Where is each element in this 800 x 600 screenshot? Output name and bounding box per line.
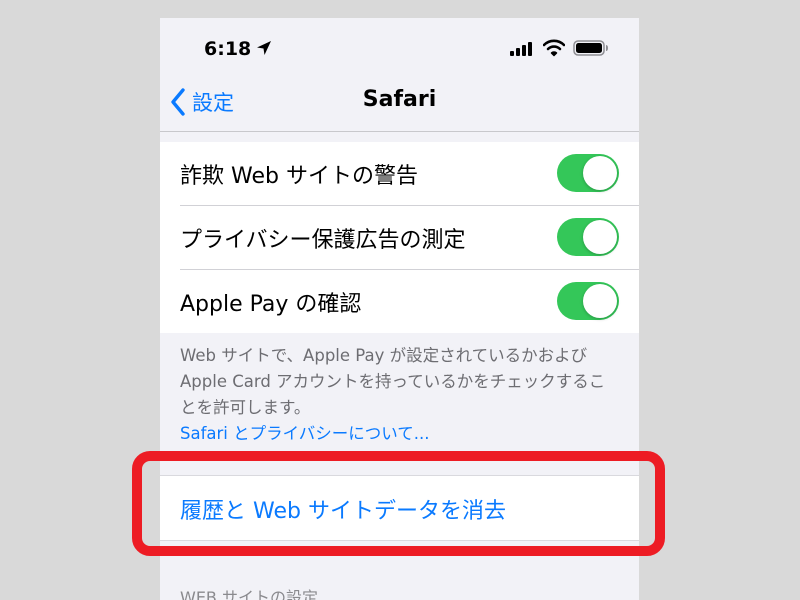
fraud-warning-toggle[interactable] xyxy=(557,154,619,192)
battery-icon xyxy=(573,40,608,56)
setting-label: プライバシー保護広告の測定 xyxy=(180,228,466,253)
toggle-knob xyxy=(583,156,617,190)
highlight-frame xyxy=(132,451,665,556)
cellular-signal-icon xyxy=(510,42,532,56)
setting-row-fraud-warning: 詐欺 Web サイトの警告 xyxy=(160,142,639,205)
privacy-ad-measurement-toggle[interactable] xyxy=(557,218,619,256)
section-header-website-settings: WEB サイトの設定 xyxy=(180,588,318,600)
privacy-info-link[interactable]: Safari とプライバシーについて... xyxy=(180,421,620,447)
settings-footer: Web サイトで、Apple Pay が設定されているかおよび Apple Ca… xyxy=(180,343,620,447)
setting-row-apple-pay-check: Apple Pay の確認 xyxy=(180,269,639,333)
page-title: Safari xyxy=(362,87,437,112)
status-bar: 6:18 xyxy=(160,18,639,74)
status-time: 6:18 xyxy=(204,38,252,60)
navbar-divider xyxy=(160,131,639,132)
settings-group: 詐欺 Web サイトの警告 プライバシー保護広告の測定 Apple Pay の確… xyxy=(160,142,639,333)
toggle-knob xyxy=(583,220,617,254)
footer-description: Web サイトで、Apple Pay が設定されているかおよび Apple Ca… xyxy=(180,346,606,417)
apple-pay-check-toggle[interactable] xyxy=(557,282,619,320)
setting-row-privacy-ad-measurement: プライバシー保護広告の測定 xyxy=(180,205,639,269)
setting-label: 詐欺 Web サイトの警告 xyxy=(180,164,418,189)
location-arrow-icon xyxy=(257,41,271,55)
toggle-knob xyxy=(583,284,617,318)
navigation-bar: 設定 Safari xyxy=(160,74,639,132)
wifi-icon xyxy=(543,39,565,57)
setting-label: Apple Pay の確認 xyxy=(180,292,362,317)
